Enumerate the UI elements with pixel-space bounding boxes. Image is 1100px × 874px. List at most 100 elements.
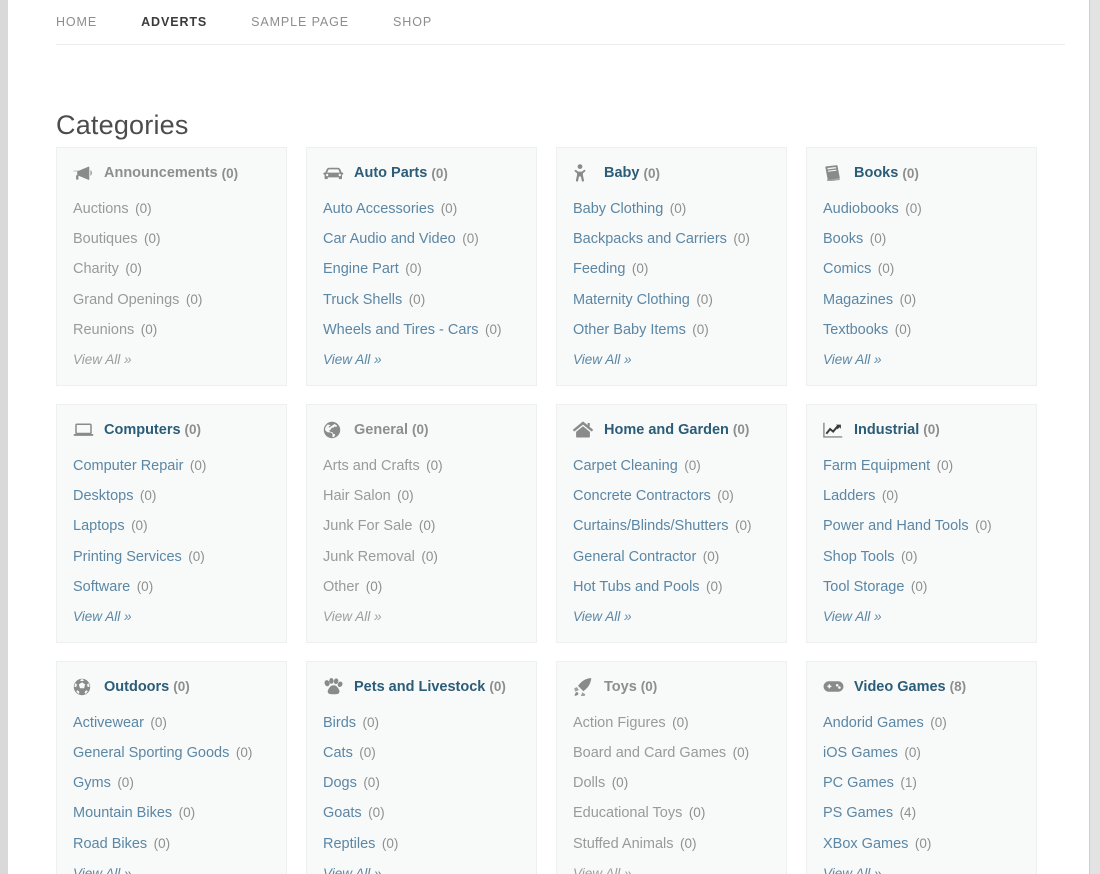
category-link-pets-and-livestock[interactable]: Pets and Livestock(0) [323,676,520,698]
subcategory-link[interactable]: Action Figures [573,715,666,731]
subcategory-link[interactable]: Concrete Contractors [573,488,711,504]
subcategory-link[interactable]: Boutiques [73,231,138,247]
subcategory-link[interactable]: Hot Tubs and Pools [573,579,700,595]
subcategory-count: (0) [904,745,921,760]
subcategory-link[interactable]: Magazines [823,292,893,308]
category-link-computers[interactable]: Computers(0) [73,419,270,441]
subcategory-link[interactable]: PS Games [823,805,893,821]
list-item: Books (0) [823,227,1020,250]
subcategory-link[interactable]: Auto Accessories [323,201,434,217]
view-all-link[interactable]: View All » [73,609,132,624]
subcategory-link[interactable]: Auctions [73,201,129,217]
subcategory-link[interactable]: Mountain Bikes [73,805,172,821]
subcategory-link[interactable]: Reunions [73,322,134,338]
subcategory-count: (0) [680,836,697,851]
subcategory-link[interactable]: Charity [73,261,119,277]
subcategory-link[interactable]: Grand Openings [73,292,179,308]
subcategory-link[interactable]: Maternity Clothing [573,292,690,308]
category-link-toys[interactable]: Toys(0) [573,676,770,698]
subcategory-link[interactable]: Junk Removal [323,549,415,565]
subcategory-link[interactable]: Andorid Games [823,715,924,731]
vertical-scrollbar[interactable] [1089,0,1100,874]
subcategory-link[interactable]: Desktops [73,488,133,504]
subcategory-link[interactable]: Other Baby Items [573,322,686,338]
view-all-link[interactable]: View All » [573,609,632,624]
subcategory-link[interactable]: Stuffed Animals [573,836,674,852]
subcategory-link[interactable]: Wheels and Tires - Cars [323,322,479,338]
nav-item-adverts[interactable]: ADVERTS [141,15,207,29]
subcategory-link[interactable]: Shop Tools [823,549,894,565]
subcategory-link[interactable]: Goats [323,805,362,821]
subcategory-link[interactable]: Ladders [823,488,875,504]
subcategory-count: (0) [363,715,380,730]
category-link-industrial[interactable]: Industrial(0) [823,419,1020,441]
list-item: Other (0) [323,575,520,598]
subcategory-link[interactable]: Carpet Cleaning [573,458,678,474]
subcategory-link[interactable]: Audiobooks [823,201,899,217]
view-all-link[interactable]: View All » [573,352,632,367]
category-link-outdoors[interactable]: Outdoors(0) [73,676,270,698]
subcategory-link[interactable]: Reptiles [323,836,375,852]
subcategory-link[interactable]: General Sporting Goods [73,745,229,761]
category-link-general[interactable]: General(0) [323,419,520,441]
subcategory-link[interactable]: Activewear [73,715,144,731]
view-all-link[interactable]: View All » [73,866,132,874]
list-item: PC Games (1) [823,771,1020,794]
subcategory-link[interactable]: Books [823,231,863,247]
view-all-link[interactable]: View All » [73,352,132,367]
subcategory-link[interactable]: Other [323,579,359,595]
subcategory-link[interactable]: Software [73,579,130,595]
subcategory-link[interactable]: Dolls [573,775,605,791]
category-link-announcements[interactable]: Announcements(0) [73,162,270,184]
subcategory-link[interactable]: Curtains/Blinds/Shutters [573,518,729,534]
category-link-auto-parts[interactable]: Auto Parts(0) [323,162,520,184]
subcategory-link[interactable]: Arts and Crafts [323,458,420,474]
subcategory-link[interactable]: Baby Clothing [573,201,663,217]
nav-item-shop[interactable]: SHOP [393,15,432,29]
view-all-link[interactable]: View All » [323,609,382,624]
subcategory-link[interactable]: Computer Repair [73,458,183,474]
subcategory-link[interactable]: Laptops [73,518,125,534]
view-all-link[interactable]: View All » [573,866,632,874]
subcategory-link[interactable]: XBox Games [823,836,908,852]
subcategory-link[interactable]: General Contractor [573,549,696,565]
view-all-link[interactable]: View All » [323,866,382,874]
subcategory-link[interactable]: Birds [323,715,356,731]
view-all-link[interactable]: View All » [323,352,382,367]
subcategory-link[interactable]: Road Bikes [73,836,147,852]
subcategory-link[interactable]: Dogs [323,775,357,791]
category-link-home-and-garden[interactable]: Home and Garden(0) [573,419,770,441]
category-link-video-games[interactable]: Video Games(8) [823,676,1020,698]
subcategory-link[interactable]: Power and Hand Tools [823,518,969,534]
nav-item-home[interactable]: HOME [56,15,97,29]
subcategory-count: (0) [125,261,142,276]
subcategory-count: (0) [135,201,152,216]
subcategory-link[interactable]: Textbooks [823,322,888,338]
subcategory-link[interactable]: Tool Storage [823,579,904,595]
subcategory-link[interactable]: Board and Card Games [573,745,726,761]
subcategory-link[interactable]: Junk For Sale [323,518,412,534]
list-item: Hot Tubs and Pools (0) [573,575,770,598]
view-all-link[interactable]: View All » [823,609,882,624]
category-card-industrial: Industrial(0)Farm Equipment (0)Ladders (… [806,404,1037,643]
subcategory-link[interactable]: Printing Services [73,549,182,565]
view-all-link[interactable]: View All » [823,352,882,367]
subcategory-link[interactable]: iOS Games [823,745,898,761]
subcategory-link[interactable]: Comics [823,261,871,277]
subcategory-link[interactable]: Backpacks and Carriers [573,231,727,247]
subcategory-link[interactable]: PC Games [823,775,894,791]
subcategory-link[interactable]: Truck Shells [323,292,402,308]
subcategory-link[interactable]: Educational Toys [573,805,682,821]
subcategory-link[interactable]: Hair Salon [323,488,391,504]
category-link-baby[interactable]: Baby(0) [573,162,770,184]
subcategory-link[interactable]: Car Audio and Video [323,231,456,247]
subcategory-link[interactable]: Farm Equipment [823,458,930,474]
subcategory-link[interactable]: Feeding [573,261,625,277]
subcategory-link[interactable]: Engine Part [323,261,399,277]
category-link-books[interactable]: Books(0) [823,162,1020,184]
nav-item-sample-page[interactable]: SAMPLE PAGE [251,15,349,29]
subcategory-link[interactable]: Cats [323,745,353,761]
subcategory-link[interactable]: Gyms [73,775,111,791]
view-all-link[interactable]: View All » [823,866,882,874]
list-item: Board and Card Games (0) [573,741,770,764]
